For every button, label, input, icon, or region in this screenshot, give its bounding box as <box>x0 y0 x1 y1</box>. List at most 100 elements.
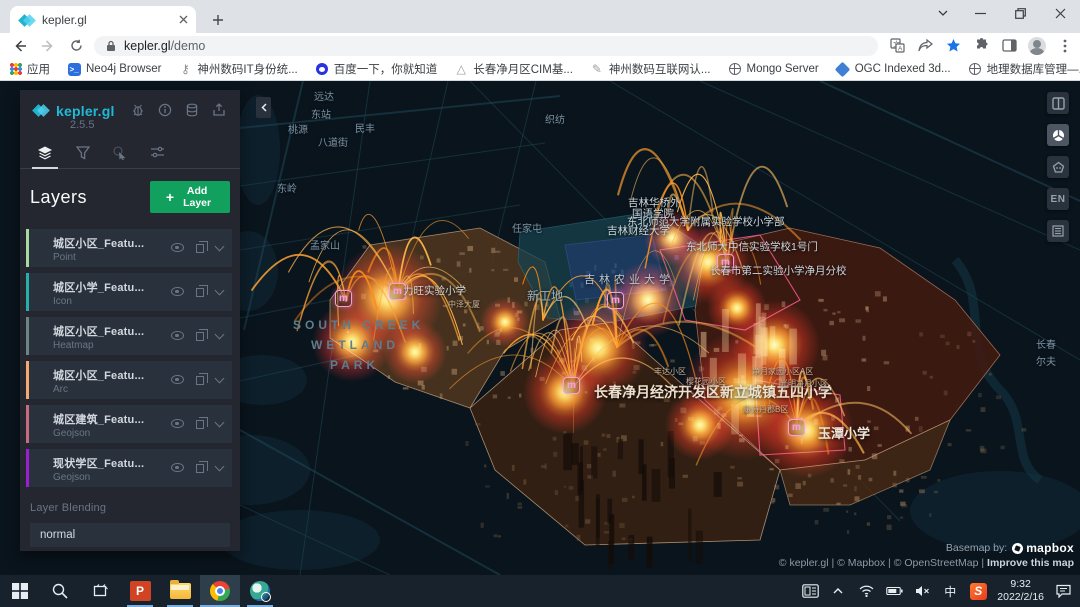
visibility-eye-icon[interactable] <box>171 419 184 428</box>
school-icon-marker[interactable]: m <box>563 377 580 394</box>
tab-layers[interactable] <box>37 146 53 168</box>
globe-icon <box>729 63 741 75</box>
taskbar-chrome[interactable] <box>200 575 240 607</box>
window-close-button[interactable] <box>1040 0 1080 26</box>
wifi-icon[interactable] <box>857 579 875 603</box>
key-icon: ⚷ <box>178 62 192 76</box>
kepler-app-name: kepler.gl <box>56 103 115 119</box>
bookmark-mongo[interactable]: Mongo Server <box>728 62 819 76</box>
reload-icon[interactable] <box>62 35 90 57</box>
duplicate-icon[interactable] <box>196 376 204 385</box>
layer-row[interactable]: 现状学区_Featu... Geojson <box>26 449 232 487</box>
profile-avatar[interactable] <box>1026 35 1048 57</box>
window-minimize-button[interactable] <box>960 0 1000 26</box>
school-icon-marker[interactable]: m <box>788 419 805 436</box>
layer-row[interactable]: 城区小学_Featu... Icon <box>26 273 232 311</box>
share-icon[interactable] <box>914 35 936 57</box>
layer-row[interactable]: 城区小区_Featu... Heatmap <box>26 317 232 355</box>
visibility-eye-icon[interactable] <box>171 243 184 252</box>
taskbar-arcgis[interactable] <box>240 575 280 607</box>
neo4j-icon: >_ <box>68 63 81 76</box>
school-icon-marker[interactable]: m <box>717 254 734 271</box>
layer-row[interactable]: 城区建筑_Featu... Geojson <box>26 405 232 443</box>
translate-icon[interactable]: 文A <box>886 35 908 57</box>
bookmark-star-icon[interactable] <box>942 35 964 57</box>
database-icon[interactable] <box>185 103 199 117</box>
tab-interactions[interactable] <box>113 146 127 168</box>
chevron-down-icon[interactable] <box>215 286 225 296</box>
window-restore-button[interactable] <box>1000 0 1040 26</box>
duplicate-icon[interactable] <box>196 244 204 253</box>
kepler-version: 2.5.5 <box>70 119 115 131</box>
back-icon[interactable] <box>6 35 34 57</box>
hidden-icons-chevron[interactable] <box>829 579 847 603</box>
side-panel-icon[interactable] <box>998 35 1020 57</box>
chevron-down-icon[interactable] <box>215 462 225 472</box>
tab-search-chevron-icon[interactable] <box>926 0 960 26</box>
volume-muted-icon[interactable] <box>913 579 931 603</box>
address-bar[interactable]: kepler.gl/demo <box>94 36 878 56</box>
layer-row[interactable]: 城区小区_Featu... Point <box>26 229 232 267</box>
bookmark-it-identity[interactable]: ⚷神州数码IT身份统... <box>178 61 297 77</box>
duplicate-icon[interactable] <box>196 464 204 473</box>
school-icon-marker[interactable]: m <box>335 290 352 307</box>
apps-grid-icon <box>10 63 22 75</box>
sogou-icon[interactable]: S <box>969 579 987 603</box>
battery-icon[interactable] <box>885 579 903 603</box>
locale-button[interactable]: EN <box>1047 188 1069 210</box>
bookmark-apps[interactable]: 应用 <box>10 61 50 77</box>
mapbox-logo[interactable]: mapbox <box>1012 541 1074 555</box>
chevron-down-icon[interactable] <box>215 374 225 384</box>
split-map-button[interactable] <box>1047 92 1069 114</box>
bookmark-baidu[interactable]: 百度一下，你就知道 <box>315 61 438 77</box>
taskbar-clock[interactable]: 9:32 2022/2/16 <box>997 578 1044 604</box>
school-icon-marker[interactable]: m <box>389 283 406 300</box>
tab-filters[interactable] <box>76 146 90 168</box>
sidebar-collapse-button[interactable] <box>256 97 271 118</box>
action-center-icon[interactable] <box>1054 579 1072 603</box>
bookmark-internet-auth[interactable]: ✎神州数码互联网认... <box>590 61 711 77</box>
browser-tab[interactable]: kepler.gl <box>10 6 196 33</box>
toggle-3d-button[interactable] <box>1047 124 1069 146</box>
duplicate-icon[interactable] <box>196 420 204 429</box>
extensions-icon[interactable] <box>970 35 992 57</box>
layer-blending-select[interactable]: normal <box>30 523 230 547</box>
legend-button[interactable] <box>1047 220 1069 242</box>
bookmark-cim[interactable]: △长春净月区CIM基... <box>454 61 573 77</box>
search-button[interactable] <box>40 575 80 607</box>
draw-polygon-button[interactable] <box>1047 156 1069 178</box>
visibility-eye-icon[interactable] <box>171 463 184 472</box>
school-icon-marker[interactable]: m <box>607 292 624 309</box>
visibility-eye-icon[interactable] <box>171 375 184 384</box>
chevron-down-icon[interactable] <box>215 242 225 252</box>
tab-close-icon[interactable] <box>179 15 188 24</box>
bookmark-neo4j[interactable]: >_Neo4j Browser <box>67 62 161 76</box>
export-icon[interactable] <box>212 103 226 117</box>
map-credits[interactable]: © kepler.gl | © Mapbox | © OpenStreetMap… <box>779 557 1074 569</box>
taskbar-powerpoint[interactable]: P <box>120 575 160 607</box>
layer-row[interactable]: 城区小区_Featu... Arc <box>26 361 232 399</box>
taskbar-file-explorer[interactable] <box>160 575 200 607</box>
windows-taskbar: P 中 S 9:32 2022/2/16 <box>0 575 1080 607</box>
info-icon[interactable] <box>158 103 172 117</box>
layers-panel-title: Layers <box>30 187 87 208</box>
news-widget-icon[interactable] <box>801 579 819 603</box>
chevron-down-icon[interactable] <box>215 330 225 340</box>
bookmark-geodb[interactable]: 地理数据库管理—... <box>968 61 1080 77</box>
triangle-icon: △ <box>454 62 468 76</box>
chevron-down-icon[interactable] <box>215 418 225 428</box>
bug-icon[interactable] <box>131 103 145 117</box>
duplicate-icon[interactable] <box>196 332 204 341</box>
task-view-button[interactable] <box>80 575 120 607</box>
new-tab-button[interactable] <box>206 8 230 32</box>
forward-icon[interactable] <box>34 35 62 57</box>
start-button[interactable] <box>0 575 40 607</box>
bookmark-ogc[interactable]: OGC Indexed 3d... <box>836 62 951 76</box>
ime-indicator[interactable]: 中 <box>941 579 959 603</box>
duplicate-icon[interactable] <box>196 288 204 297</box>
add-layer-button[interactable]: + Add Layer <box>150 181 230 213</box>
visibility-eye-icon[interactable] <box>171 287 184 296</box>
visibility-eye-icon[interactable] <box>171 331 184 340</box>
menu-kebab-icon[interactable] <box>1054 35 1076 57</box>
tab-basemap[interactable] <box>150 146 165 168</box>
